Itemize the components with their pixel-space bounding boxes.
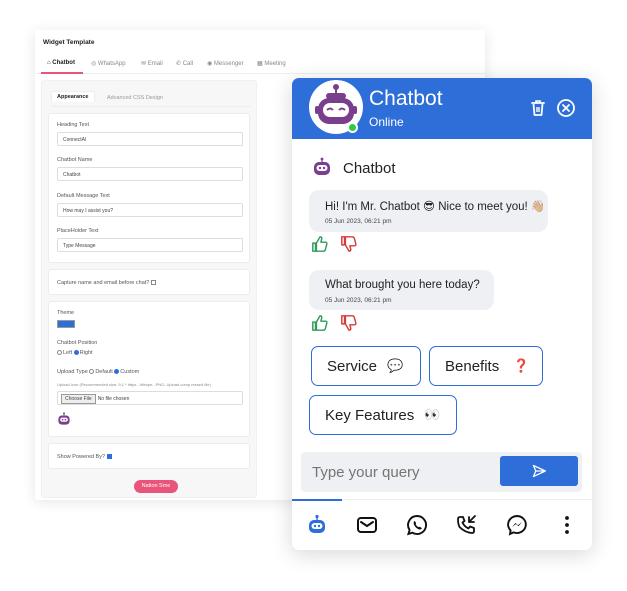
upload-default-radio[interactable]: [89, 369, 95, 375]
message-bubble: Hi! I'm Mr. Chatbot 😎 Nice to meet you! …: [309, 190, 548, 232]
bot-name: Chatbot: [343, 160, 396, 177]
settings-area: Appearance Advanced CSS Design Heading T…: [41, 80, 257, 498]
option-service-button[interactable]: Service 💬: [311, 346, 421, 386]
tab-email[interactable]: ✉ Email: [141, 60, 163, 67]
appearance-card: Theme Chatbot Position Left Right Upload…: [48, 301, 250, 437]
position-left-radio[interactable]: [57, 350, 62, 356]
option-label: Key Features: [325, 406, 415, 424]
heading-input[interactable]: ConnectAI: [57, 132, 243, 146]
capture-label: Capture name and email before chat?: [57, 280, 157, 286]
thumbs-down-icon[interactable]: [340, 314, 358, 332]
send-icon: [532, 464, 547, 478]
active-tab-indicator: [41, 72, 83, 74]
placeholder-input[interactable]: Type Message: [57, 238, 243, 252]
speech-bubble-icon: 💬: [387, 358, 404, 373]
message-text: What brought you here today?: [325, 279, 480, 291]
tab-chatbot[interactable]: ⌂ Chatbot: [47, 60, 75, 66]
tab-messenger[interactable]: ◉ Messenger: [207, 60, 244, 67]
subtab-advanced-css[interactable]: Advanced CSS Design: [107, 95, 163, 101]
chat-header: Chatbot Online: [292, 78, 592, 139]
panel-title: Widget Template: [43, 39, 95, 46]
upload-icon-label: Upload Icon (Recommended size: 9:1 * htt…: [57, 382, 211, 387]
powered-checkbox[interactable]: [107, 454, 112, 460]
message-input-bar: [301, 452, 582, 492]
trash-icon[interactable]: [528, 98, 548, 118]
settings-subtabs: Appearance Advanced CSS Design: [51, 91, 251, 107]
choose-file-button[interactable]: Choose File: [61, 394, 96, 404]
capture-checkbox[interactable]: [151, 280, 157, 286]
subtab-appearance[interactable]: Appearance: [51, 91, 95, 102]
file-input[interactable]: Choose File No file chosen: [57, 391, 243, 405]
no-file-text: No file chosen: [97, 396, 130, 402]
chatbot-name-input[interactable]: Chatbot: [57, 167, 243, 181]
text-settings-card: Heading Text ConnectAI Chatbot Name Chat…: [48, 113, 250, 263]
upload-custom-radio[interactable]: [114, 369, 120, 375]
query-input[interactable]: [312, 464, 492, 481]
thumbs-up-icon[interactable]: [311, 314, 329, 332]
email-icon[interactable]: [356, 514, 378, 536]
messenger-icon[interactable]: [506, 514, 528, 536]
message-bubble: What brought you here today? 05 Jun 2023…: [309, 270, 494, 310]
placeholder-label: PlaceHolder Text: [57, 228, 99, 234]
bot-icon[interactable]: [306, 514, 328, 536]
send-button[interactable]: [500, 456, 578, 486]
save-button[interactable]: Nation Sme: [134, 480, 178, 493]
close-icon[interactable]: [556, 98, 576, 118]
capture-card: Capture name and email before chat?: [48, 269, 250, 295]
chatbot-name-label: Chatbot Name: [57, 157, 93, 163]
channel-tabs: ⌂ Chatbot ◎ WhatsApp ✉ Email ✆ Call ◉ Me…: [35, 56, 485, 74]
more-icon[interactable]: [556, 514, 578, 536]
option-benefits-button[interactable]: Benefits ❓: [429, 346, 543, 386]
powered-label: Show Powered By?: [57, 454, 112, 460]
call-icon[interactable]: [456, 514, 478, 536]
bot-preview-icon: [58, 412, 70, 425]
question-mark-icon: ❓: [513, 358, 530, 373]
default-message-input[interactable]: How may I assist you?: [57, 203, 243, 217]
thumbs-up-icon[interactable]: [311, 235, 329, 253]
option-label: Benefits: [445, 357, 500, 375]
powered-card: Show Powered By?: [48, 443, 250, 469]
position-label: Chatbot Position: [57, 340, 98, 346]
whatsapp-icon[interactable]: [406, 514, 428, 536]
chat-window: Chatbot Online Chatbot Hi! I'm Mr. Chatb…: [292, 78, 592, 550]
eyes-icon: 👀: [424, 407, 441, 422]
theme-label: Theme: [57, 310, 75, 316]
chat-title: Chatbot: [369, 87, 443, 110]
upload-type-row: Upload Type Default Custom: [57, 369, 140, 375]
theme-color-picker[interactable]: [57, 320, 75, 328]
bot-icon: [314, 157, 330, 175]
message-time: 05 Jun 2023, 06:21 pm: [325, 218, 392, 225]
active-nav-indicator: [292, 499, 342, 501]
message-text: Hi! I'm Mr. Chatbot 😎 Nice to meet you! …: [325, 201, 546, 213]
position-options: Left Right: [57, 350, 93, 356]
footer-nav: [292, 499, 592, 550]
heading-label: Heading Text: [57, 122, 90, 128]
chat-status: Online: [369, 115, 404, 129]
message-time: 05 Jun 2023, 06:21 pm: [325, 297, 392, 304]
position-right-radio[interactable]: [73, 350, 79, 356]
tab-meeting[interactable]: ▦ Meeting: [257, 60, 286, 67]
default-message-label: Default Message Text: [57, 193, 110, 199]
tab-call[interactable]: ✆ Call: [176, 60, 193, 67]
thumbs-down-icon[interactable]: [340, 235, 358, 253]
option-key-features-button[interactable]: Key Features 👀: [309, 395, 457, 435]
option-label: Service: [327, 357, 378, 375]
tab-whatsapp[interactable]: ◎ WhatsApp: [91, 60, 126, 67]
online-status-dot: [347, 122, 358, 133]
